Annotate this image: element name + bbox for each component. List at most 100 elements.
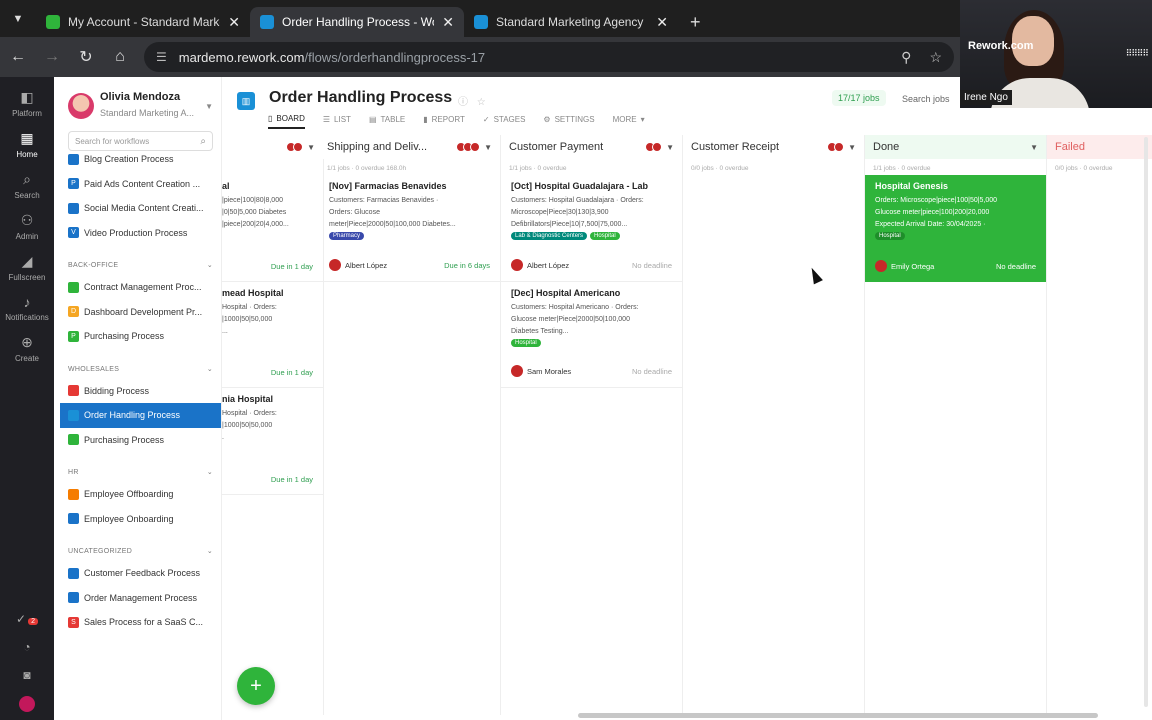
sidebar-section[interactable]: BACK-OFFICE ⌄ — [54, 245, 221, 275]
rail-notifications[interactable]: ♪ Notifications — [0, 294, 54, 322]
sidebar-item[interactable]: S Sales Process for a SaaS C... — [54, 610, 221, 635]
close-tab-icon[interactable]: ✕ — [228, 14, 240, 31]
sidebar-item[interactable]: V Video Production Process — [54, 221, 221, 246]
close-tab-icon[interactable]: ✕ — [656, 14, 668, 31]
rail-platform[interactable]: ◧ Platform — [0, 89, 54, 118]
sidebar-item[interactable]: P Paid Ads Content Creation ... — [54, 172, 221, 197]
sidebar-item[interactable]: D Dashboard Development Pr... — [54, 300, 221, 325]
column-header[interactable]: Customer Payment ▼ — [501, 135, 682, 159]
job-card[interactable]: [Nov] Farmacias Benavides Customers: Farm… — [319, 175, 500, 282]
sidebar-section[interactable]: WHOLESALES ⌄ — [54, 349, 221, 379]
column-header[interactable]: ▼ — [222, 135, 323, 159]
card-line: meter|Piece|2000|50|100,000 Diabetes... — [329, 221, 456, 228]
chat-icon[interactable]: ◙ — [23, 668, 30, 682]
user-switcher[interactable]: Olivia Mendoza Standard Marketing A... ▼ — [54, 77, 221, 121]
sidebar-item[interactable]: Employee Onboarding — [54, 507, 221, 532]
job-card[interactable]: Hospital Genesis Orders: Microscope|piece… — [865, 175, 1046, 282]
column-title: Customer Receipt — [691, 141, 780, 153]
card-body: Customers: Hospital Americano · Orders: G… — [511, 302, 672, 338]
sidebar-section[interactable]: HR ⌄ — [54, 452, 221, 482]
list-icon: ☰ — [322, 115, 331, 124]
card-line: ... — [222, 328, 228, 335]
tab-favicon-icon — [474, 15, 488, 29]
job-card[interactable]: nia Hospital Hospital · Orders: |1000|50|5… — [222, 388, 323, 495]
bookmark-star-icon[interactable]: ☆ — [929, 49, 942, 66]
horizontal-scrollbar[interactable] — [578, 713, 1098, 718]
user-avatar[interactable] — [19, 696, 35, 712]
tab-table[interactable]: ▤ TABLE — [369, 114, 405, 129]
sidebar-item[interactable]: Social Media Content Creati... — [54, 196, 221, 221]
reload-icon[interactable]: ↻ — [70, 41, 102, 73]
tab-more[interactable]: MORE ▾ — [613, 114, 645, 129]
column-header[interactable]: Done ▼ — [865, 135, 1046, 159]
tab-search-icon[interactable]: ▼ — [0, 0, 36, 37]
chevron-down-icon[interactable]: ▼ — [484, 143, 492, 152]
tab-settings[interactable]: ⚙ SETTINGS — [543, 114, 594, 129]
browser-tab-2[interactable]: Order Handling Process - Work ✕ — [250, 7, 464, 37]
forward-icon[interactable]: → — [36, 41, 68, 73]
search-jobs-input[interactable]: Search jobs — [898, 89, 960, 109]
tasks-icon[interactable]: ✓ 2 — [16, 612, 38, 626]
job-card[interactable]: [Dec] Hospital Americano Customers: Hospi… — [501, 282, 682, 388]
due-status: Due in 1 day — [270, 262, 313, 271]
sidebar-item-label: Paid Ads Content Creation ... — [84, 178, 201, 189]
column-header[interactable]: Failed — [1047, 135, 1152, 159]
view-tabs: ▯ BOARD ☰ LIST ▤ TABLE ▮ REPORT ✓ STAGES ⚙ SET… — [268, 114, 645, 129]
rail-admin[interactable]: ⚇ Admin — [0, 212, 54, 241]
browser-tab-3[interactable]: Standard Marketing Agency ✕ — [464, 7, 678, 37]
new-tab-icon[interactable]: + — [678, 7, 713, 37]
history-icon[interactable]: ◔ — [23, 640, 30, 654]
close-tab-icon[interactable]: ✕ — [442, 14, 454, 31]
add-job-button[interactable]: + — [237, 667, 275, 705]
rail-create[interactable]: ⊕ Create — [0, 334, 54, 363]
tab-title: My Account - Standard Marketi — [68, 15, 221, 29]
sidebar-item[interactable]: Customer Feedback Process — [54, 561, 221, 586]
info-icon[interactable]: ⓘ — [458, 97, 468, 108]
url-path: /flows/orderhandlingprocess-17 — [304, 49, 486, 65]
chevron-down-icon[interactable]: ▼ — [666, 143, 674, 152]
card-tags: Lab & Diagnostic Centers Hospital — [511, 232, 672, 240]
board-column: Done ▼ 1/1 jobs · 0 overdue Hospital Genesi… — [865, 135, 1047, 715]
rail-home[interactable]: ▦ Home — [0, 130, 54, 159]
chevron-down-icon[interactable]: ▼ — [1030, 143, 1038, 152]
card-line: Glucose meter|piece|100|200|20,000 — [875, 209, 990, 216]
sidebar-item[interactable]: Bidding Process — [54, 379, 221, 404]
site-info-icon[interactable]: ☰ — [156, 50, 167, 64]
admin-icon: ⚇ — [20, 212, 34, 228]
home-icon[interactable]: ⌂ — [104, 41, 136, 73]
sidebar-section[interactable]: UNCATEGORIZED ⌄ — [54, 531, 221, 561]
tab-list[interactable]: ☰ LIST — [323, 114, 351, 129]
zoom-icon[interactable]: ⚲ — [901, 49, 911, 66]
sidebar-item[interactable]: Blog Creation Process — [54, 147, 221, 172]
sidebar-item[interactable]: Order Handling Process — [60, 403, 221, 428]
star-icon[interactable]: ☆ — [477, 97, 486, 108]
job-card[interactable]: mead Hospital Hospital · Orders: |1000|50|… — [222, 282, 323, 388]
sidebar-item[interactable]: Employee Offboarding — [54, 482, 221, 507]
sidebar-item[interactable]: Purchasing Process — [54, 428, 221, 453]
tab-board[interactable]: ▯ BOARD — [268, 114, 305, 129]
rail-fullscreen[interactable]: ◢ Fullscreen — [0, 253, 54, 282]
column-header[interactable]: Shipping and Deliv... ▼ — [319, 135, 500, 159]
kanban-board: ▼ 48.0h 1 to-dos al |piece|100|80|8,000 |0|5… — [222, 135, 1152, 715]
chevron-down-icon[interactable]: ▼ — [848, 143, 856, 152]
fullscreen-icon: ◢ — [21, 253, 33, 269]
gear-icon: ⚙ — [543, 115, 551, 124]
sidebar-item[interactable]: P Purchasing Process — [54, 324, 221, 349]
assignee-avatars — [456, 142, 481, 152]
chevron-down-icon[interactable]: ▼ — [307, 143, 315, 152]
address-bar[interactable]: ☰ mardemo.rework.com/flows/orderhandling… — [144, 42, 954, 72]
job-card[interactable]: al |piece|100|80|8,000 |0|50|5,000 Diabete… — [222, 175, 323, 282]
browser-tab-1[interactable]: My Account - Standard Marketi ✕ — [36, 7, 250, 37]
job-card[interactable]: [Oct] Hospital Guadalajara - Lab Customer… — [501, 175, 682, 282]
column-stats: 1/1 jobs · 0 overdue — [509, 165, 567, 172]
back-icon[interactable]: ← — [2, 41, 34, 73]
column-header[interactable]: Customer Receipt ▼ — [683, 135, 864, 159]
tab-report[interactable]: ▮ REPORT — [423, 114, 465, 129]
sidebar-item[interactable]: Contract Management Proc... — [54, 275, 221, 300]
vertical-scrollbar[interactable] — [1144, 137, 1148, 707]
sidebar-item-label: Purchasing Process — [84, 331, 165, 342]
rail-search[interactable]: ⌕ Search — [0, 171, 54, 200]
sidebar-item[interactable]: Order Management Process — [54, 586, 221, 611]
tab-stages[interactable]: ✓ STAGES — [483, 114, 526, 129]
chevron-down-icon: ▾ — [640, 115, 645, 124]
